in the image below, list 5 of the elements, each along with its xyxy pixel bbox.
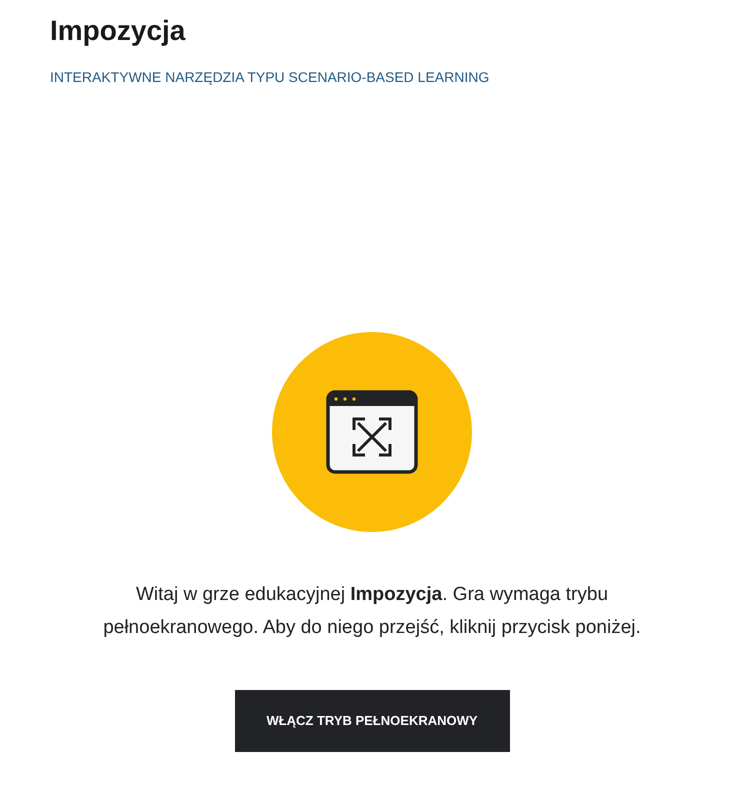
fullscreen-button[interactable]: WŁĄCZ TRYB PEŁNOEKRANOWY	[234, 690, 510, 752]
intro-paragraph: Witaj w grze edukacyjnej Impozycja. Gra wymaga trybu pełnoekranowego. Aby do niego przejść, kliknij przycisk poniżej.	[102, 583, 642, 640]
page-subtitle: INTERAKTYWNE NARZĘDZIA TYPU SCENARIO-BASED LEARNING	[50, 68, 490, 87]
page-title: Impozycja	[50, 14, 186, 48]
fullscreen-window-icon	[326, 390, 418, 474]
